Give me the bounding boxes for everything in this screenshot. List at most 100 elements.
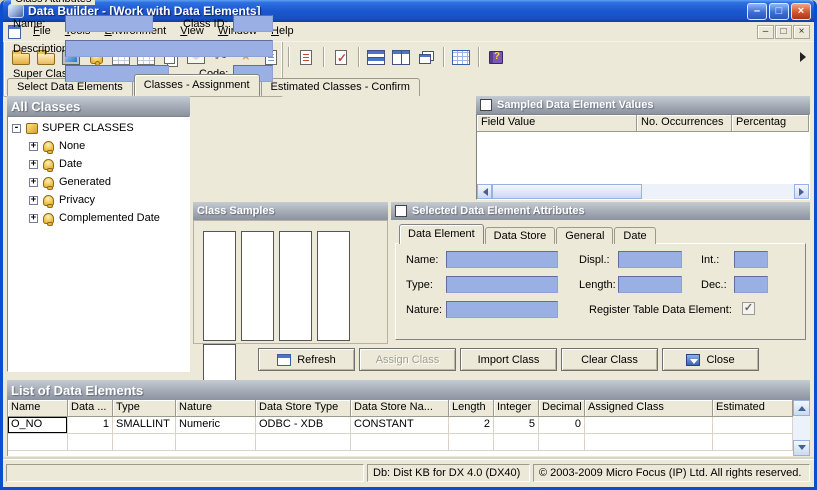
table-cell[interactable] (449, 434, 494, 451)
grid-column-header[interactable]: Decimal (539, 400, 585, 417)
tab-estimated-classes-confirm[interactable]: Estimated Classes - Confirm (261, 78, 420, 96)
grid-column-header[interactable]: Data Store Na... (351, 400, 449, 417)
element-name-input[interactable] (446, 251, 558, 268)
sampled-values-body[interactable] (477, 132, 809, 184)
table-row[interactable] (8, 434, 793, 451)
scroll-down-button[interactable] (793, 440, 810, 456)
minimize-button[interactable]: – (747, 3, 767, 20)
scroll-right-button[interactable] (794, 184, 809, 199)
class-sample-list[interactable] (241, 231, 274, 341)
expand-icon[interactable]: + (29, 196, 38, 205)
selected-attributes-checkbox[interactable] (395, 205, 407, 217)
tree-root-label: SUPER CLASSES (42, 122, 134, 134)
class-id-input[interactable] (233, 15, 273, 32)
import-class-button[interactable]: Import Class (460, 348, 557, 371)
table-cell[interactable]: ODBC - XDB (256, 417, 351, 434)
grid-column-header[interactable]: Length (449, 400, 494, 417)
tile-vertical-icon[interactable] (389, 45, 413, 69)
class-sample-list[interactable] (279, 231, 312, 341)
column-header[interactable]: No. Occurrences (637, 115, 732, 132)
table-cell[interactable] (113, 434, 176, 451)
refresh-button[interactable]: Refresh (258, 348, 355, 371)
tree-item[interactable]: + Complemented Date (8, 209, 189, 227)
grid-column-header[interactable]: Integer (494, 400, 539, 417)
grid-column-header[interactable]: Name (8, 400, 68, 417)
mdi-close-button[interactable]: × (793, 25, 810, 39)
description-input[interactable] (65, 40, 273, 57)
tab-data-store[interactable]: Data Store (485, 227, 556, 244)
grid-column-header[interactable]: Assigned Class (585, 400, 713, 417)
table-cell[interactable] (585, 417, 713, 434)
scrollbar-track[interactable] (642, 184, 794, 199)
table-cell[interactable] (585, 434, 713, 451)
tree-item[interactable]: + Date (8, 155, 189, 173)
class-sample-list[interactable] (203, 231, 236, 341)
table-cell[interactable]: Numeric (176, 417, 256, 434)
int-input[interactable] (734, 251, 768, 268)
tree-item[interactable]: + None (8, 137, 189, 155)
table-cell[interactable] (713, 434, 793, 451)
table-cell[interactable] (68, 434, 113, 451)
close-button[interactable]: × (791, 3, 811, 20)
help-book-icon[interactable] (484, 45, 508, 69)
collapse-icon[interactable]: - (12, 124, 21, 133)
table-cell[interactable] (176, 434, 256, 451)
expand-icon[interactable]: + (29, 178, 38, 187)
table-cell[interactable] (713, 417, 793, 434)
register-checkbox[interactable]: ✓ (742, 302, 755, 315)
tab-general[interactable]: General (556, 227, 613, 244)
name-input[interactable] (65, 15, 153, 32)
clear-class-button[interactable]: Clear Class (561, 348, 658, 371)
checklist-icon[interactable] (329, 45, 353, 69)
table-cell[interactable]: SMALLINT (113, 417, 176, 434)
column-header[interactable]: Percentag (732, 115, 809, 132)
table-cell[interactable] (256, 434, 351, 451)
grid-column-header[interactable]: Data ... (68, 400, 113, 417)
mdi-restore-button[interactable]: □ (775, 25, 792, 39)
scrollbar-thumb[interactable] (492, 184, 642, 199)
grid-column-header[interactable]: Data Store Type (256, 400, 351, 417)
class-sample-list[interactable] (317, 231, 350, 341)
sampled-values-checkbox[interactable] (480, 99, 492, 111)
expand-icon[interactable]: + (29, 160, 38, 169)
tree-item[interactable]: + Privacy (8, 191, 189, 209)
table-cell[interactable] (351, 434, 449, 451)
toolbar-overflow-icon[interactable] (800, 52, 806, 62)
displ-input[interactable] (618, 251, 682, 268)
table-cell[interactable] (8, 434, 68, 451)
nature-input[interactable] (446, 301, 558, 318)
type-input[interactable] (446, 276, 558, 293)
table-cell[interactable]: 2 (449, 417, 494, 434)
cascade-icon[interactable] (414, 45, 438, 69)
table-cell[interactable]: CONSTANT (351, 417, 449, 434)
grid-column-header[interactable]: Nature (176, 400, 256, 417)
tab-classes-assignment[interactable]: Classes - Assignment (134, 74, 260, 96)
length-input[interactable] (618, 276, 682, 293)
table-cell[interactable]: O_NO (8, 417, 68, 434)
tab-data-element[interactable]: Data Element (399, 224, 484, 244)
grid-column-header[interactable]: Type (113, 400, 176, 417)
expand-icon[interactable]: + (29, 142, 38, 151)
grid-icon[interactable] (449, 45, 473, 69)
table-cell[interactable] (494, 434, 539, 451)
table-row[interactable]: O_NO1SMALLINTNumericODBC - XDBCONSTANT25… (8, 417, 793, 434)
table-cell[interactable] (539, 434, 585, 451)
notes-icon[interactable] (294, 45, 318, 69)
mdi-minimize-button[interactable]: – (757, 25, 774, 39)
table-cell[interactable]: 1 (68, 417, 113, 434)
scroll-left-button[interactable] (477, 184, 492, 199)
scroll-up-button[interactable] (793, 400, 810, 416)
table-cell[interactable]: 5 (494, 417, 539, 434)
tree-item[interactable]: + Generated (8, 173, 189, 191)
column-header[interactable]: Field Value (477, 115, 637, 132)
table-cell[interactable]: 0 (539, 417, 585, 434)
tree-root[interactable]: - SUPER CLASSES (8, 119, 189, 137)
tab-date[interactable]: Date (614, 227, 655, 244)
close-panel-button[interactable]: Close (662, 348, 759, 371)
grid-column-header[interactable]: Estimated (713, 400, 793, 417)
maximize-button[interactable]: □ (769, 3, 789, 20)
assign-class-button[interactable]: Assign Class (359, 348, 456, 371)
tile-horizontal-icon[interactable] (364, 45, 388, 69)
dec-input[interactable] (734, 276, 768, 293)
expand-icon[interactable]: + (29, 214, 38, 223)
